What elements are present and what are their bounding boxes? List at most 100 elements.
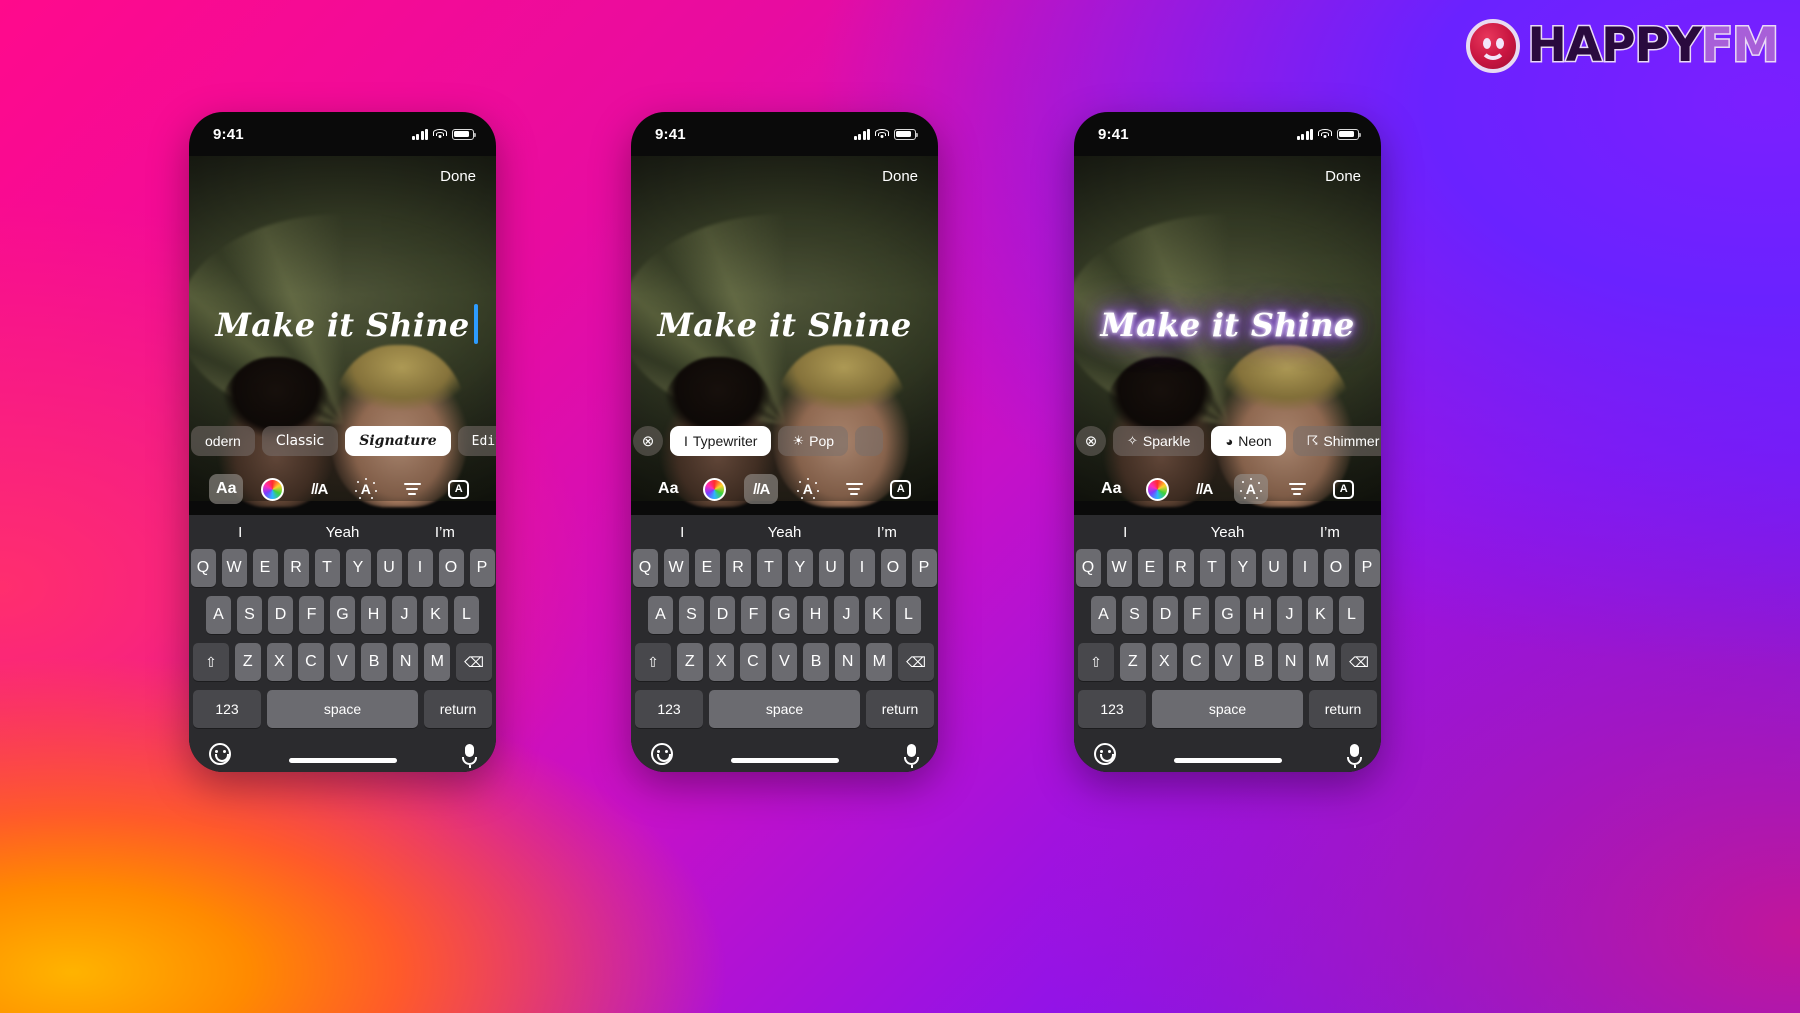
key-x[interactable]: X — [266, 643, 293, 682]
key-s[interactable]: S — [1122, 596, 1147, 635]
done-button[interactable]: Done — [882, 168, 918, 185]
text-animation-icon[interactable]: //A — [1187, 474, 1221, 504]
key-l[interactable]: L — [1339, 596, 1364, 635]
key-a[interactable]: A — [1091, 596, 1116, 635]
style-carousel[interactable]: ⊗ I Typewriter ☀ Pop — [631, 426, 938, 456]
prediction-word[interactable]: I’m — [1279, 524, 1381, 541]
backspace-key[interactable]: ⌫ — [1341, 643, 1378, 682]
key-c[interactable]: C — [740, 643, 766, 682]
key-b[interactable]: B — [803, 643, 829, 682]
text-align-icon[interactable] — [1280, 474, 1314, 504]
prediction-bar[interactable]: I Yeah I’m — [189, 515, 496, 549]
color-wheel-icon[interactable] — [698, 474, 732, 504]
key-k[interactable]: K — [1308, 596, 1333, 635]
key-r[interactable]: R — [283, 549, 309, 588]
on-screen-keyboard[interactable]: I Yeah I’m Q W E R T Y U I O P A S D F G H J K L ⇧ Z X C V B N M ⌫ 123 s… — [631, 515, 938, 772]
key-b[interactable]: B — [1246, 643, 1272, 682]
key-p[interactable]: P — [911, 549, 937, 588]
key-z[interactable]: Z — [1119, 643, 1146, 682]
carousel-pill-shimmer[interactable]: ☈ Shimmer — [1292, 426, 1381, 456]
key-x[interactable]: X — [708, 643, 735, 682]
key-h[interactable]: H — [1246, 596, 1271, 635]
on-screen-keyboard[interactable]: I Yeah I’m Q W E R T Y U I O P A S D F G H J K L ⇧ Z X C V B N M ⌫ 123 s… — [189, 515, 496, 772]
key-h[interactable]: H — [361, 596, 386, 635]
key-q[interactable]: Q — [632, 549, 658, 588]
shift-key[interactable]: ⇧ — [1077, 643, 1114, 682]
backspace-key[interactable]: ⌫ — [898, 643, 935, 682]
key-o[interactable]: O — [1323, 549, 1349, 588]
key-a[interactable]: A — [648, 596, 673, 635]
key-k[interactable]: K — [423, 596, 448, 635]
text-effects-icon[interactable]: A — [791, 474, 825, 504]
key-w[interactable]: W — [663, 549, 689, 588]
key-w[interactable]: W — [1106, 549, 1132, 588]
numbers-key[interactable]: 123 — [193, 690, 261, 729]
emoji-icon[interactable] — [1094, 743, 1116, 766]
text-toolbar[interactable]: Aa //A A A — [631, 469, 938, 509]
microphone-icon[interactable] — [904, 744, 919, 769]
prediction-word[interactable]: Yeah — [1176, 524, 1278, 541]
style-carousel[interactable]: odernClassicSignatureEditorPos — [189, 426, 496, 456]
carousel-pill-typewriter[interactable]: I Typewriter — [670, 426, 772, 456]
key-m[interactable]: M — [424, 643, 451, 682]
key-e[interactable]: E — [694, 549, 720, 588]
key-a[interactable]: A — [206, 596, 231, 635]
key-d[interactable]: D — [710, 596, 735, 635]
prediction-word[interactable]: Yeah — [291, 524, 393, 541]
key-v[interactable]: V — [329, 643, 356, 682]
on-screen-keyboard[interactable]: I Yeah I’m Q W E R T Y U I O P A S D F G H J K L ⇧ Z X C V B N M ⌫ 123 s… — [1074, 515, 1381, 772]
key-n[interactable]: N — [392, 643, 419, 682]
key-r[interactable]: R — [1168, 549, 1194, 588]
key-y[interactable]: Y — [787, 549, 813, 588]
prediction-word[interactable]: I’m — [836, 524, 938, 541]
key-p[interactable]: P — [1354, 549, 1380, 588]
key-u[interactable]: U — [1261, 549, 1287, 588]
key-f[interactable]: F — [741, 596, 766, 635]
key-g[interactable]: G — [1215, 596, 1240, 635]
return-key[interactable]: return — [866, 690, 934, 729]
carousel-pill-neon[interactable]: ◕ Neon — [1211, 426, 1286, 456]
carousel-pill-more[interactable] — [855, 426, 884, 456]
story-canvas[interactable]: Done Make it Shine odern Classic Signature Ed… — [189, 156, 496, 772]
microphone-icon[interactable] — [1347, 744, 1362, 769]
prediction-bar[interactable]: I Yeah I’m — [1074, 515, 1381, 549]
key-c[interactable]: C — [1183, 643, 1209, 682]
key-f[interactable]: F — [299, 596, 324, 635]
key-y[interactable]: Y — [345, 549, 371, 588]
shift-key[interactable]: ⇧ — [634, 643, 671, 682]
key-e[interactable]: E — [252, 549, 278, 588]
key-m[interactable]: M — [866, 643, 893, 682]
key-t[interactable]: T — [756, 549, 782, 588]
key-t[interactable]: T — [1199, 549, 1225, 588]
key-q[interactable]: Q — [190, 549, 216, 588]
numbers-key[interactable]: 123 — [1078, 690, 1146, 729]
key-l[interactable]: L — [454, 596, 479, 635]
text-animation-icon[interactable]: //A — [302, 474, 336, 504]
emoji-icon[interactable] — [651, 743, 673, 766]
return-key[interactable]: return — [1309, 690, 1377, 729]
key-d[interactable]: D — [1153, 596, 1178, 635]
carousel-pill-sparkle[interactable]: ✧ Sparkle — [1113, 426, 1205, 456]
key-q[interactable]: Q — [1075, 549, 1101, 588]
key-x[interactable]: X — [1151, 643, 1178, 682]
numbers-key[interactable]: 123 — [635, 690, 703, 729]
text-effects-icon[interactable]: A — [349, 474, 383, 504]
key-o[interactable]: O — [438, 549, 464, 588]
microphone-icon[interactable] — [462, 744, 477, 769]
space-key[interactable]: space — [709, 690, 860, 729]
color-wheel-icon[interactable] — [256, 474, 290, 504]
text-background-icon[interactable]: A — [884, 474, 918, 504]
prediction-word[interactable]: I’m — [394, 524, 496, 541]
key-i[interactable]: I — [1292, 549, 1318, 588]
key-f[interactable]: F — [1184, 596, 1209, 635]
carousel-pill--[interactable]: ⊗ — [633, 426, 663, 456]
key-k[interactable]: K — [865, 596, 890, 635]
text-toolbar[interactable]: Aa //A A A — [189, 469, 496, 509]
story-canvas[interactable]: Done Make it Shine ⊗ I Typewriter ☀ Pop Aa//A A A… — [631, 156, 938, 772]
key-v[interactable]: V — [771, 643, 798, 682]
prediction-word[interactable]: Yeah — [733, 524, 835, 541]
prediction-word[interactable]: I — [1074, 524, 1176, 541]
return-key[interactable]: return — [424, 690, 492, 729]
carousel-pill-pop[interactable]: ☀ Pop — [778, 426, 849, 456]
key-t[interactable]: T — [314, 549, 340, 588]
